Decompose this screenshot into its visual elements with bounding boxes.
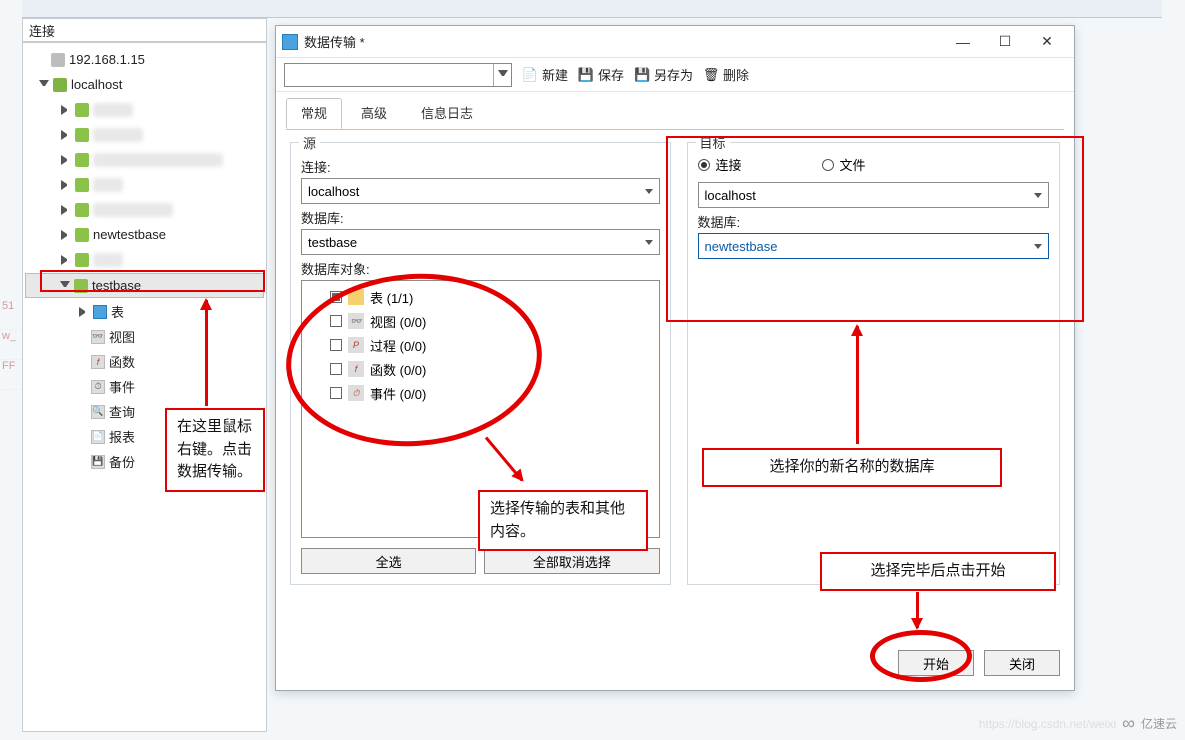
tree-label: localhost (71, 77, 122, 92)
source-legend: 源 (299, 133, 320, 152)
new-button[interactable]: 📄新建 (522, 65, 568, 84)
chevron-right-icon[interactable] (61, 155, 71, 165)
database-icon (75, 228, 89, 242)
annotation-highlight-testbase (40, 270, 265, 292)
chevron-down-icon[interactable] (39, 80, 49, 90)
database-icon (75, 178, 89, 192)
tree-node-blur[interactable] (23, 97, 266, 122)
annotation-text-start: 选择完毕后点击开始 (820, 552, 1056, 591)
tree-label: 事件 (109, 377, 135, 396)
annotation-text-target: 选择你的新名称的数据库 (702, 448, 1002, 487)
event-icon: ⏱ (91, 380, 105, 394)
database-icon (75, 153, 89, 167)
dialog-toolbar: 📄新建 💾保存 💾另存为 🗑删除 (276, 58, 1074, 92)
watermark: https://blog.csdn.net/weixi ∞ 亿速云 (979, 713, 1177, 734)
tree-label: 查询 (109, 402, 135, 421)
database-icon (75, 253, 89, 267)
save-icon: 💾 (578, 67, 594, 83)
view-icon: 👓 (91, 330, 105, 344)
chevron-right-icon[interactable] (79, 307, 89, 317)
source-db-select[interactable]: testbase (301, 229, 660, 255)
query-icon: 🔍 (91, 405, 105, 419)
maximize-button[interactable]: ☐ (984, 28, 1026, 56)
database-icon (75, 203, 89, 217)
table-icon (93, 305, 107, 319)
delete-button[interactable]: 🗑删除 (703, 65, 749, 84)
chevron-down-icon (498, 70, 508, 80)
tab-advanced[interactable]: 高级 (346, 98, 402, 129)
chevron-right-icon[interactable] (61, 130, 71, 140)
minimize-button[interactable]: — (942, 28, 984, 56)
tree-node-ip[interactable]: 192.168.1.15 (23, 47, 266, 72)
tab-log[interactable]: 信息日志 (406, 98, 488, 129)
tree-label: 函数 (109, 352, 135, 371)
dialog-title: 数据传输 * (304, 32, 365, 51)
connection-tree[interactable]: 192.168.1.15 localhost newtestbase testb… (22, 42, 267, 732)
delete-icon: 🗑 (703, 67, 719, 83)
close-button[interactable]: ✕ (1026, 28, 1068, 56)
tree-node-blur[interactable] (23, 147, 266, 172)
annotation-arrow (205, 300, 208, 406)
new-icon: 📄 (522, 67, 538, 83)
annotation-text-sidebar: 在这里鼠标右键。点击数据传输。 (165, 408, 265, 492)
tree-node-events[interactable]: ⏱ 事件 (23, 374, 266, 399)
chevron-right-icon[interactable] (61, 205, 71, 215)
tree-label: newtestbase (93, 227, 166, 242)
chevron-right-icon[interactable] (61, 230, 71, 240)
tab-general[interactable]: 常规 (286, 98, 342, 129)
tree-node-newtestbase[interactable]: newtestbase (23, 222, 266, 247)
deselect-all-button[interactable]: 全部取消选择 (484, 548, 659, 574)
tree-label: 视图 (109, 327, 135, 346)
profile-combo[interactable] (284, 63, 512, 87)
tree-node-localhost[interactable]: localhost (23, 72, 266, 97)
annotation-arrow (856, 326, 859, 444)
tree-label: 备份 (109, 452, 135, 471)
saveas-button[interactable]: 💾另存为 (634, 65, 693, 84)
tree-label: 192.168.1.15 (69, 52, 145, 67)
source-obj-label: 数据库对象: (301, 259, 660, 278)
dialog-icon (282, 34, 298, 50)
database-icon (75, 103, 89, 117)
function-icon: f (91, 355, 105, 369)
dialog-titlebar[interactable]: 数据传输 * — ☐ ✕ (276, 26, 1074, 58)
tree-node-views[interactable]: 👓 视图 (23, 324, 266, 349)
tree-node-blur[interactable] (23, 172, 266, 197)
close-dialog-button[interactable]: 关闭 (984, 650, 1060, 676)
tree-node-blur[interactable] (23, 247, 266, 272)
server-icon (51, 53, 65, 67)
select-all-button[interactable]: 全选 (301, 548, 476, 574)
tree-label: 报表 (109, 427, 135, 446)
tree-node-blur[interactable] (23, 197, 266, 222)
annotation-text-source: 选择传输的表和其他内容。 (478, 490, 648, 551)
server-icon (53, 78, 67, 92)
saveas-icon: 💾 (634, 67, 650, 83)
connections-header: 连接 (22, 18, 267, 42)
dialog-tabs: 常规 高级 信息日志 (276, 92, 1074, 129)
chevron-right-icon[interactable] (61, 255, 71, 265)
backup-icon: 💾 (91, 455, 105, 469)
save-button[interactable]: 💾保存 (578, 65, 624, 84)
report-icon: 📄 (91, 430, 105, 444)
source-conn-select[interactable]: localhost (301, 178, 660, 204)
tree-node-blur[interactable] (23, 122, 266, 147)
tree-node-tables[interactable]: 表 (23, 299, 266, 324)
database-icon (75, 128, 89, 142)
annotation-arrow (916, 592, 919, 628)
tree-node-functions[interactable]: f 函数 (23, 349, 266, 374)
chevron-right-icon[interactable] (61, 105, 71, 115)
tree-label: 表 (111, 302, 124, 321)
annotation-ellipse-start (870, 630, 972, 682)
source-db-label: 数据库: (301, 208, 660, 227)
page-edge-marks: 51w_FF (0, 300, 22, 390)
source-conn-label: 连接: (301, 157, 660, 176)
chevron-right-icon[interactable] (61, 180, 71, 190)
chevron-down-icon (645, 240, 653, 245)
annotation-highlight-target (666, 136, 1084, 322)
app-toolbar (22, 0, 1162, 18)
chevron-down-icon (645, 189, 653, 194)
